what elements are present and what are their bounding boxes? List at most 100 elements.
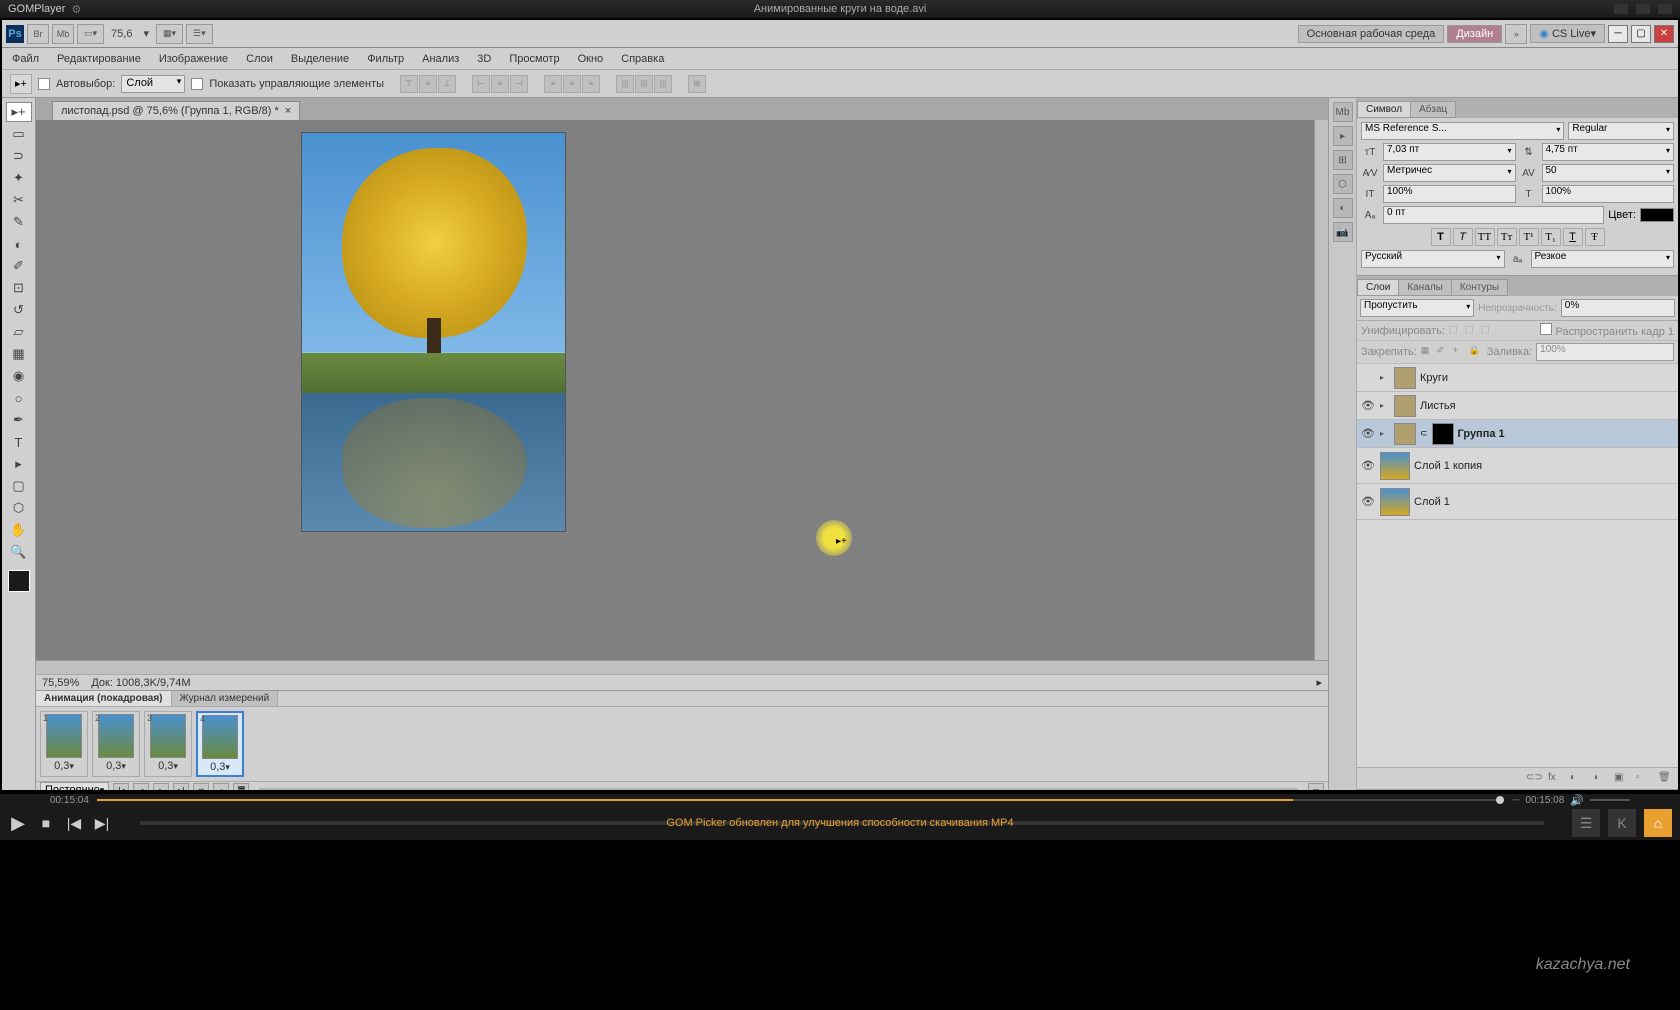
dock-icon[interactable]: Mb [1333, 102, 1353, 122]
tween-button[interactable]: ⬌ [193, 783, 209, 790]
blur-tool[interactable]: ◉ [6, 366, 32, 386]
fx-icon[interactable]: fx [1548, 772, 1564, 786]
gom-logo-icon[interactable]: K [1608, 809, 1636, 837]
fill-input[interactable]: 100% [1536, 343, 1674, 361]
distribute-icon[interactable]: ||| [654, 75, 672, 93]
adjustment-icon[interactable]: ◑ [1592, 772, 1608, 786]
horizontal-scrollbar[interactable] [36, 660, 1328, 674]
dock-icon[interactable]: ⬡ [1333, 174, 1353, 194]
marquee-tool[interactable]: ▭ [6, 124, 32, 144]
menu-select[interactable]: Выделение [291, 53, 349, 65]
layers-tab[interactable]: Слои [1357, 279, 1399, 296]
bold-button[interactable]: T [1431, 228, 1451, 246]
leading-input[interactable]: 4,75 пт [1542, 143, 1675, 161]
foreground-color[interactable] [8, 570, 30, 592]
delete-layer-icon[interactable]: 🗑 [1658, 772, 1674, 786]
character-tab[interactable]: Символ [1357, 101, 1411, 118]
gom-panel-icon[interactable]: ☰ [1572, 809, 1600, 837]
close-button[interactable] [1658, 4, 1672, 14]
gradient-tool[interactable]: ▦ [6, 344, 32, 364]
strikethrough-button[interactable]: Ŧ [1585, 228, 1605, 246]
frame-delay[interactable]: 0,3▾ [106, 760, 126, 772]
align-icon[interactable]: ⊢ [472, 75, 490, 93]
align-icon[interactable]: ⊣ [510, 75, 528, 93]
gom-home-icon[interactable]: ⌂ [1644, 809, 1672, 837]
kerning-input[interactable]: Метричес [1383, 164, 1516, 182]
group-icon[interactable]: ▣ [1614, 772, 1630, 786]
show-controls-checkbox[interactable] [191, 78, 203, 90]
eraser-tool[interactable]: ▱ [6, 322, 32, 342]
frame-4[interactable]: 40,3▾ [196, 711, 244, 777]
expand-icon[interactable]: ▸ [1380, 401, 1390, 410]
workspace-design[interactable]: Дизайн [1447, 25, 1502, 43]
mask-icon[interactable]: ◐ [1570, 772, 1586, 786]
visibility-icon[interactable]: 👁 [1360, 495, 1376, 509]
zoom-tool[interactable]: 🔍 [6, 542, 32, 562]
prev-button[interactable]: |◀ [64, 815, 84, 832]
allcaps-button[interactable]: TT [1475, 228, 1495, 246]
subscript-button[interactable]: T₁ [1541, 228, 1561, 246]
paths-tab[interactable]: Контуры [1451, 279, 1508, 296]
dock-icon[interactable]: ▸ [1333, 126, 1353, 146]
menu-file[interactable]: Файл [12, 53, 39, 65]
lock-all-icon[interactable]: 🔒 [1469, 345, 1483, 359]
paragraph-tab[interactable]: Абзац [1410, 101, 1456, 118]
layer-row[interactable]: 👁 Слой 1 копия [1357, 448, 1678, 484]
lock-transparent-icon[interactable]: ▦ [1421, 345, 1435, 359]
align-icon[interactable]: ≡ [419, 75, 437, 93]
heal-tool[interactable]: ◐ [6, 234, 32, 254]
distribute-icon[interactable]: ≡ [582, 75, 600, 93]
workspace-more-button[interactable]: » [1505, 24, 1527, 44]
font-select[interactable]: MS Reference S... [1361, 122, 1564, 140]
distribute-icon[interactable]: ≡ [544, 75, 562, 93]
animation-tab[interactable]: Анимация (покадровая) [36, 691, 172, 706]
expand-icon[interactable]: ▸ [1380, 373, 1390, 382]
menu-analysis[interactable]: Анализ [422, 53, 459, 65]
cslive-button[interactable]: ◉ CS Live▾ [1530, 24, 1605, 43]
menu-view[interactable]: Просмотр [509, 53, 559, 65]
next-button[interactable]: ▶| [92, 815, 112, 832]
dock-icon[interactable]: 📷 [1333, 222, 1353, 242]
tracking-input[interactable]: 50 [1542, 164, 1675, 182]
vscale-input[interactable]: 100% [1383, 185, 1516, 203]
opacity-input[interactable]: 0% [1561, 299, 1675, 317]
visibility-icon[interactable] [1360, 371, 1376, 385]
br-button[interactable]: Br [27, 24, 49, 44]
loop-select[interactable]: Постоянно▾ [40, 782, 109, 790]
new-layer-icon[interactable]: ▫ [1636, 772, 1652, 786]
blend-mode-select[interactable]: Пропустить [1360, 299, 1474, 317]
layer-row[interactable]: 👁 ▸ ⊂ Группа 1 [1357, 420, 1678, 448]
unify-icon[interactable]: ⬚ [1449, 324, 1463, 338]
menu-layer[interactable]: Слои [246, 53, 273, 65]
crop-tool[interactable]: ✂ [6, 190, 32, 210]
stamp-tool[interactable]: ⊡ [6, 278, 32, 298]
shape-tool[interactable]: ▢ [6, 476, 32, 496]
hand-tool[interactable]: ✋ [6, 520, 32, 540]
align-icon[interactable]: ⊤ [400, 75, 418, 93]
menu-edit[interactable]: Редактирование [57, 53, 141, 65]
align-icon[interactable]: ≡ [491, 75, 509, 93]
dock-icon[interactable]: ◐ [1333, 198, 1353, 218]
anim-scrollbar[interactable] [259, 788, 1298, 790]
hscale-input[interactable]: 100% [1542, 185, 1675, 203]
frame-delay[interactable]: 0,3▾ [158, 760, 178, 772]
lasso-tool[interactable]: ⊃ [6, 146, 32, 166]
menu-image[interactable]: Изображение [159, 53, 228, 65]
document-tab[interactable]: листопад.psd @ 75,6% (Группа 1, RGB/8) *… [52, 101, 300, 120]
unify-icon[interactable]: ⬚ [1481, 324, 1495, 338]
eyedropper-tool[interactable]: ✎ [6, 212, 32, 232]
smallcaps-button[interactable]: Tᴛ [1497, 228, 1517, 246]
path-tool[interactable]: ▸ [6, 454, 32, 474]
mb-button[interactable]: Mb [52, 24, 74, 44]
channels-tab[interactable]: Каналы [1398, 279, 1452, 296]
dock-icon[interactable]: ⊞ [1333, 150, 1353, 170]
arrange-button[interactable]: ▦▾ [156, 24, 183, 44]
italic-button[interactable]: T [1453, 228, 1473, 246]
layer-row[interactable]: ▸ Круги [1357, 364, 1678, 392]
ps-close-button[interactable]: ✕ [1654, 25, 1674, 43]
font-size-input[interactable]: 7,03 пт [1383, 143, 1516, 161]
delete-frame-button[interactable]: 🗑 [233, 783, 249, 790]
ps-maximize-button[interactable]: ▢ [1631, 25, 1651, 43]
link-layers-icon[interactable]: ⊂⊃ [1526, 772, 1542, 786]
move-tool[interactable]: ▸+ [6, 102, 32, 122]
